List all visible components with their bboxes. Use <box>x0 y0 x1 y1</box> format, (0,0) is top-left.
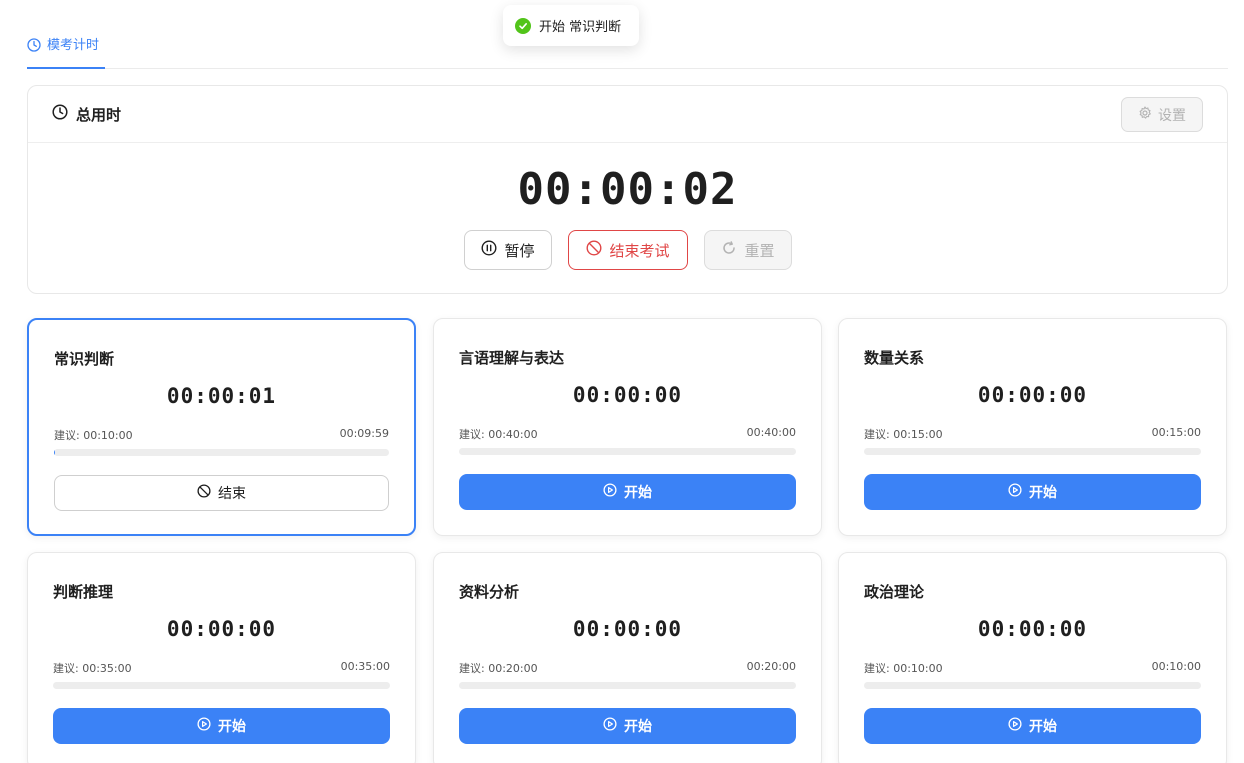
toast-text: 开始 常识判断 <box>539 20 622 35</box>
stop-icon <box>197 484 211 502</box>
check-circle-icon <box>515 17 531 34</box>
total-time-card: 总用时 设置 00:00:02 暂停 结束考试 重置 <box>27 85 1228 294</box>
subject-suggested-time: 建议: 00:40:00 <box>459 428 538 441</box>
reset-button[interactable]: 重置 <box>704 230 792 270</box>
subject-start-button[interactable]: 开始 <box>459 474 796 510</box>
subject-suggested-time: 建议: 00:20:00 <box>459 662 538 675</box>
subject-name: 资料分析 <box>459 583 520 601</box>
tab-label: 模考计时 <box>47 38 100 53</box>
reset-icon <box>721 240 737 260</box>
total-time-header: 总用时 <box>28 86 1227 143</box>
subject-button-label: 开始 <box>1029 719 1057 735</box>
clock-icon <box>27 34 41 56</box>
subject-name: 政治理论 <box>864 583 925 601</box>
reset-label: 重置 <box>744 241 775 260</box>
subject-button-label: 结束 <box>218 486 246 502</box>
stop-icon <box>586 240 602 260</box>
subject-remaining-time: 00:35:00 <box>340 660 390 673</box>
subject-progress-bar <box>459 682 796 689</box>
subject-start-button[interactable]: 开始 <box>864 708 1201 744</box>
subject-progress-fill <box>54 449 56 456</box>
subject-time: 00:00:00 <box>166 617 277 641</box>
subject-start-button[interactable]: 开始 <box>864 474 1201 510</box>
subject-button-label: 开始 <box>624 485 652 501</box>
subject-card: 数量关系 00:00:00 建议: 00:15:00 00:15:00 开始 <box>838 318 1227 536</box>
subject-suggested-time: 建议: 00:10:00 <box>864 662 943 675</box>
subject-card: 资料分析 00:00:00 建议: 00:20:00 00:20:00 开始 <box>433 552 822 763</box>
subject-name: 常识判断 <box>54 350 115 368</box>
subject-card: 政治理论 00:00:00 建议: 00:10:00 00:10:00 开始 <box>838 552 1227 763</box>
play-circle-icon <box>1008 483 1022 501</box>
subject-suggested-time: 建议: 00:15:00 <box>864 428 943 441</box>
subject-progress-bar <box>53 682 390 689</box>
end-exam-button[interactable]: 结束考试 <box>568 230 688 270</box>
subject-button-label: 开始 <box>218 719 246 735</box>
subject-suggested-time: 建议: 00:35:00 <box>53 662 132 675</box>
subject-progress-bar <box>54 449 389 456</box>
subject-progress-bar <box>864 448 1201 455</box>
clock-icon <box>52 104 68 124</box>
subject-time: 00:00:01 <box>166 384 277 408</box>
subject-button-label: 开始 <box>1029 485 1057 501</box>
subject-suggested-time: 建议: 00:10:00 <box>54 429 133 442</box>
toast-notification: 开始 常识判断 <box>503 5 639 46</box>
total-time-display: 00:00:02 <box>517 164 738 215</box>
settings-label: 设置 <box>1158 107 1186 124</box>
play-circle-icon <box>197 717 211 735</box>
subject-remaining-time: 00:20:00 <box>746 660 796 673</box>
subject-card: 常识判断 00:00:01 建议: 00:10:00 00:09:59 结束 <box>27 318 416 536</box>
settings-button[interactable]: 设置 <box>1121 97 1203 132</box>
subject-start-button[interactable]: 开始 <box>459 708 796 744</box>
subject-name: 数量关系 <box>864 349 925 367</box>
exam-timer-page: 开始 常识判断 模考计时 总用时 设置 00:00:02 暂停 结束考试 重置 … <box>0 0 1244 763</box>
subject-remaining-time: 00:10:00 <box>1151 660 1201 673</box>
total-time-title: 总用时 <box>76 105 122 124</box>
subject-remaining-time: 00:09:59 <box>339 427 389 440</box>
play-circle-icon <box>603 717 617 735</box>
subject-start-button[interactable]: 开始 <box>53 708 390 744</box>
subject-time: 00:00:00 <box>572 617 683 641</box>
play-circle-icon <box>1008 717 1022 735</box>
subject-remaining-time: 00:40:00 <box>746 426 796 439</box>
subject-card: 判断推理 00:00:00 建议: 00:35:00 00:35:00 开始 <box>27 552 416 763</box>
pause-button[interactable]: 暂停 <box>464 230 552 270</box>
subject-name: 判断推理 <box>53 583 114 601</box>
subject-time: 00:00:00 <box>572 383 683 407</box>
subject-button-label: 开始 <box>624 719 652 735</box>
pause-icon <box>481 240 497 260</box>
subject-card: 言语理解与表达 00:00:00 建议: 00:40:00 00:40:00 开… <box>433 318 822 536</box>
subject-name: 言语理解与表达 <box>459 349 565 367</box>
pause-label: 暂停 <box>504 241 535 260</box>
play-circle-icon <box>603 483 617 501</box>
subject-end-button[interactable]: 结束 <box>54 475 389 511</box>
end-exam-label: 结束考试 <box>609 241 670 260</box>
subject-progress-bar <box>864 682 1201 689</box>
subject-time: 00:00:00 <box>977 383 1088 407</box>
subject-remaining-time: 00:15:00 <box>1151 426 1201 439</box>
gear-icon <box>1138 105 1152 124</box>
tab-exam-timer[interactable]: 模考计时 <box>27 34 105 69</box>
subject-progress-bar <box>459 448 796 455</box>
subject-time: 00:00:00 <box>977 617 1088 641</box>
